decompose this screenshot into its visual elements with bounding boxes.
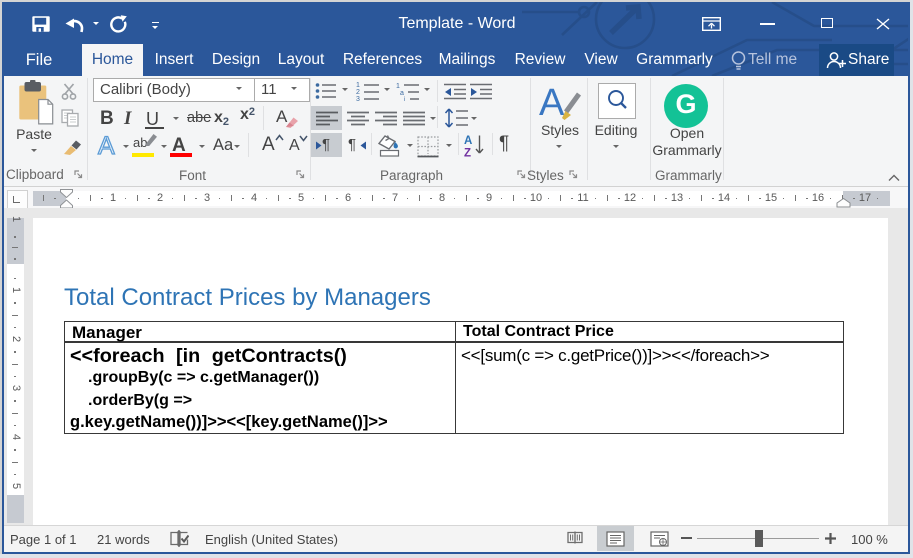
svg-text:2: 2 — [356, 89, 360, 96]
svg-text:a: a — [400, 90, 404, 97]
svg-text:A: A — [539, 82, 565, 121]
svg-text:i: i — [404, 97, 405, 101]
svg-text:1: 1 — [356, 82, 360, 89]
svg-text:3: 3 — [356, 96, 360, 101]
svg-text:A: A — [464, 135, 472, 147]
svg-text:Z: Z — [464, 148, 471, 159]
svg-text:1: 1 — [396, 83, 400, 90]
